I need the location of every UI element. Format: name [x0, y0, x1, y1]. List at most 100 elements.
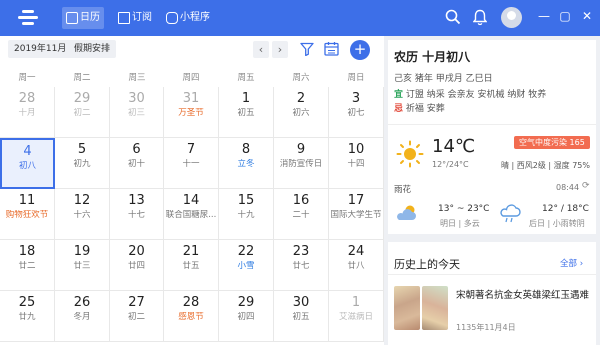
month-selector[interactable]: 2019年11月: [8, 40, 73, 58]
lunar-label: 感恩节: [178, 312, 204, 322]
lunar-label: 初三: [127, 108, 145, 118]
lunar-label: 廿八: [347, 261, 365, 271]
user-avatar[interactable]: [501, 7, 522, 28]
day-cell[interactable]: 6 初十: [110, 138, 164, 189]
minimize-button[interactable]: —: [537, 8, 551, 24]
filter-icon[interactable]: [300, 42, 314, 56]
day-cell[interactable]: 9 消防宣传日: [274, 138, 329, 189]
day-cell[interactable]: 29 初二: [55, 87, 110, 138]
day-cell[interactable]: 27 初二: [110, 291, 164, 342]
divider: [388, 274, 596, 275]
weekday-header: 周一 周二 周三 周四 周五 周六 周日: [0, 67, 384, 87]
lunar-label: 立冬: [237, 159, 255, 169]
day-number: 30: [292, 295, 310, 310]
lunar-label: 十六: [73, 210, 91, 220]
close-button[interactable]: ✕: [580, 8, 594, 24]
day-cell[interactable]: 10 十四: [329, 138, 384, 189]
lunar-label: 联合国糖尿...: [165, 210, 217, 220]
history-item-title[interactable]: 宋朝著名抗金女英雄梁红玉遇难: [456, 289, 592, 303]
tab-calendar[interactable]: 日历: [62, 7, 104, 29]
lunar-label: 初十: [127, 159, 145, 169]
day-cell[interactable]: 19 廿三: [55, 240, 110, 291]
day-cell[interactable]: 4 初八: [0, 138, 55, 189]
history-image-right[interactable]: [422, 286, 448, 330]
calendar-icon[interactable]: [324, 41, 339, 56]
day-cell[interactable]: 22 小雪: [219, 240, 274, 291]
day-cell[interactable]: 20 廿四: [110, 240, 164, 291]
day-number: 28: [18, 91, 36, 106]
day-cell[interactable]: 15 十九: [219, 189, 274, 240]
day-number: 25: [18, 295, 36, 310]
holiday-schedule-button[interactable]: 假期安排: [68, 40, 117, 58]
day-cell[interactable]: 31 万圣节: [164, 87, 219, 138]
lunar-label: 十九: [237, 210, 255, 220]
day-cell[interactable]: 1 艾滋病日: [329, 291, 384, 342]
lunar-label: 初六: [292, 108, 310, 118]
day-number: 17: [347, 193, 365, 208]
day-cell[interactable]: 12 十六: [55, 189, 110, 240]
bell-icon[interactable]: [473, 9, 487, 26]
day-number: 9: [296, 142, 306, 157]
day-cell[interactable]: 16 二十: [274, 189, 329, 240]
day-cell[interactable]: 23 廿七: [274, 240, 329, 291]
weather-description: 晴 | 西风2级 | 湿度 75%: [501, 161, 590, 170]
lunar-label: 万圣节: [178, 108, 204, 118]
day-cell[interactable]: 28 十月: [0, 87, 55, 138]
next-month-button[interactable]: ›: [272, 41, 288, 58]
refresh-icon[interactable]: ⟳: [582, 181, 590, 191]
restore-button[interactable]: ▢: [558, 8, 572, 24]
lunar-label: 十四: [347, 159, 365, 169]
aqi-badge[interactable]: 空气中度污染 165: [514, 136, 590, 149]
day-cell[interactable]: 11 购物狂欢节: [0, 189, 55, 240]
day-cell[interactable]: 14 联合国糖尿...: [164, 189, 219, 240]
after-tomorrow-description: 后日 | 小雨转阴: [529, 219, 585, 228]
lunar-label: 消防宣传日: [279, 159, 323, 169]
day-cell[interactable]: 26 冬月: [55, 291, 110, 342]
day-cell[interactable]: 13 十七: [110, 189, 164, 240]
day-number: 16: [292, 193, 310, 208]
yi-label: 宜: [394, 90, 404, 100]
city-name[interactable]: 雨花: [394, 183, 411, 195]
day-cell[interactable]: 30 初五: [274, 291, 329, 342]
lunar-label: 廿七: [292, 261, 310, 271]
day-number: 31: [182, 91, 200, 106]
history-more-link[interactable]: 全部 ›: [560, 257, 583, 269]
prev-month-button[interactable]: ‹: [253, 41, 269, 58]
sun-icon: [396, 140, 424, 168]
app-logo-icon[interactable]: [18, 9, 38, 27]
day-cell[interactable]: 7 十一: [164, 138, 219, 189]
day-number: 6: [132, 142, 141, 157]
history-today-panel: 历史上的今天 全部 › 宋朝著名抗金女英雄梁红玉遇难 1135年11月4日: [388, 242, 596, 345]
day-cell[interactable]: 1 初五: [219, 87, 274, 138]
history-image-left[interactable]: [394, 286, 420, 330]
day-number: 11: [18, 193, 36, 208]
day-number: 29: [73, 91, 91, 106]
add-event-button[interactable]: +: [350, 40, 370, 60]
ji-label: 忌: [394, 104, 404, 114]
day-number: 21: [182, 244, 200, 259]
day-cell[interactable]: 8 立冬: [219, 138, 274, 189]
day-cell[interactable]: 17 国际大学生节: [329, 189, 384, 240]
title-bar: 日历 订阅 小程序 — ▢ ✕: [0, 0, 600, 36]
day-cell[interactable]: 29 初四: [219, 291, 274, 342]
tab-mini-program[interactable]: 小程序: [162, 7, 214, 29]
day-cell[interactable]: 25 廿九: [0, 291, 55, 342]
day-cell[interactable]: 21 廿五: [164, 240, 219, 291]
day-cell[interactable]: 3 初七: [329, 87, 384, 138]
lunar-label: 十月: [18, 108, 36, 118]
calendar-panel: 2019年11月 假期安排 ‹ › + 周一 周二 周三 周四 周五 周六 周日…: [0, 36, 384, 345]
lunar-label: 廿三: [73, 261, 91, 271]
day-number: 15: [237, 193, 255, 208]
day-cell[interactable]: 28 感恩节: [164, 291, 219, 342]
lunar-label: 购物狂欢节: [5, 210, 49, 220]
day-cell[interactable]: 30 初三: [110, 87, 164, 138]
day-cell[interactable]: 18 廿二: [0, 240, 55, 291]
search-icon[interactable]: [445, 9, 461, 25]
day-number: 29: [237, 295, 255, 310]
subscribe-icon: [118, 12, 130, 24]
day-cell[interactable]: 2 初六: [274, 87, 329, 138]
tab-subscribe[interactable]: 订阅: [114, 7, 156, 29]
tab-calendar-label: 日历: [80, 12, 100, 23]
day-cell[interactable]: 5 初九: [55, 138, 110, 189]
day-cell[interactable]: 24 廿八: [329, 240, 384, 291]
